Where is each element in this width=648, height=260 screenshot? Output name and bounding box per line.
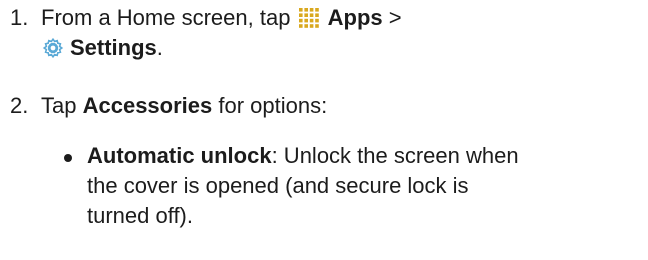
bullet-line-2: the cover is opened (and secure lock is — [87, 173, 469, 198]
step-1-text: From a Home screen, tap Apps > Settings. — [41, 4, 402, 64]
step-2-text: Tap Accessories for options: — [41, 92, 327, 122]
menu-separator: > — [382, 5, 402, 30]
bullet-line-1-rest: : Unlock the screen when — [271, 143, 519, 168]
apps-label: Apps — [327, 5, 383, 30]
step-1-end: . — [156, 35, 163, 60]
settings-label: Settings — [70, 35, 157, 60]
step-2-prefix: Tap — [41, 93, 83, 118]
bullet-line-1: Automatic unlock: Unlock the screen when — [87, 142, 519, 172]
step-number: 2. — [10, 93, 29, 118]
step-1-line-2: Settings. — [41, 34, 402, 64]
step-2-line-1: Tap Accessories for options: — [41, 92, 327, 122]
bullet-text: Automatic unlock: Unlock the screen when… — [87, 142, 519, 232]
step-2-suffix: for options: — [212, 93, 328, 118]
apps-grid-icon — [298, 8, 319, 28]
automatic-unlock-label: Automatic unlock — [87, 143, 272, 168]
accessories-label: Accessories — [82, 93, 213, 118]
bullet-icon — [64, 154, 72, 162]
step-1-line-1: From a Home screen, tap Apps > — [41, 4, 402, 34]
step-number: 1. — [10, 5, 29, 30]
settings-gear-icon — [42, 37, 64, 59]
step-1-prefix: From a Home screen, tap — [41, 5, 297, 30]
bullet-line-3: turned off). — [87, 203, 193, 228]
